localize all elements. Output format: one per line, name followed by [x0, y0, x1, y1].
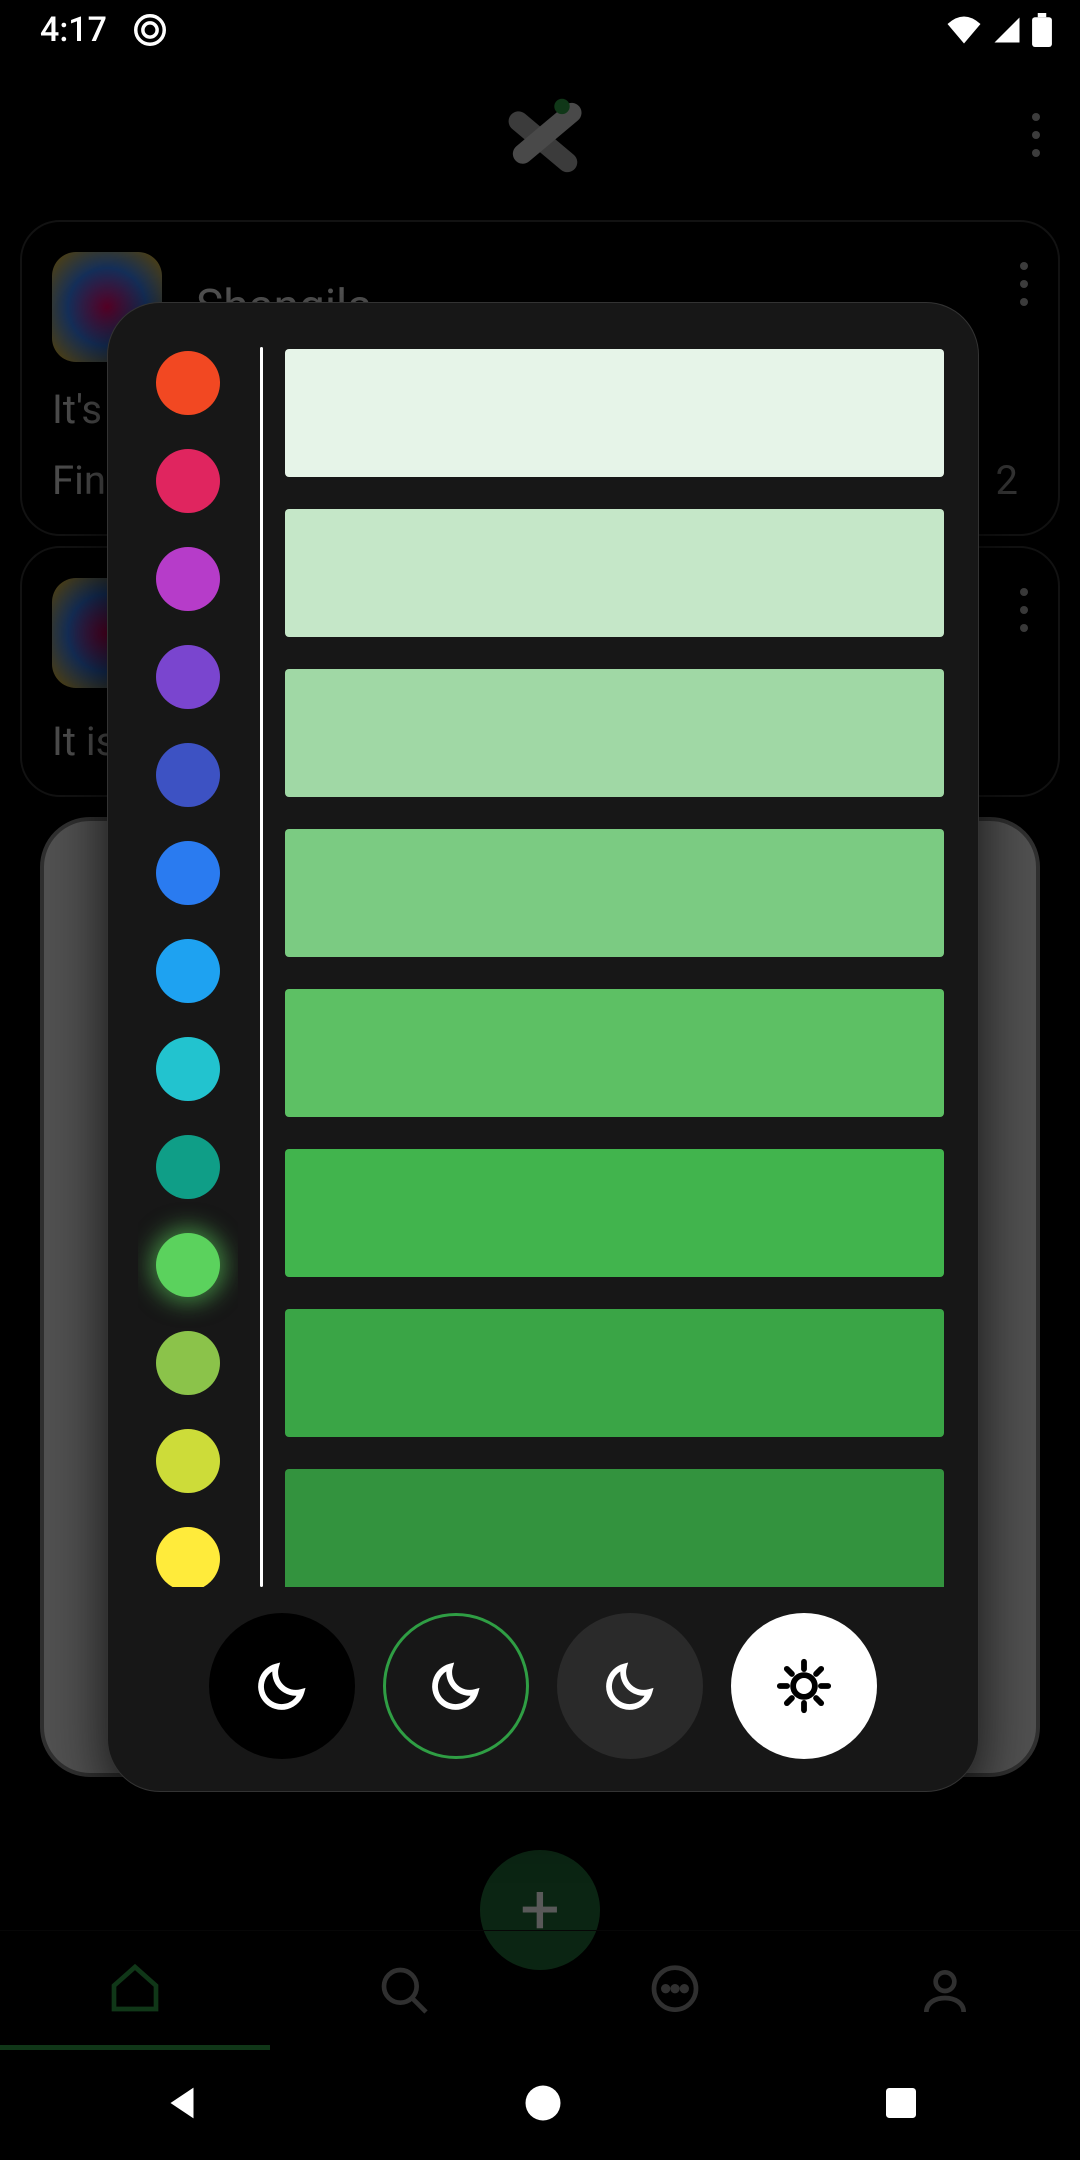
shade-swatch-7[interactable]: [285, 1469, 944, 1587]
shade-swatch-4[interactable]: [285, 989, 944, 1117]
signal-icon: [992, 15, 1022, 45]
hue-swatch-lime[interactable]: [156, 1331, 220, 1395]
clock: 4:17: [40, 10, 107, 50]
hue-swatch-indigo[interactable]: [156, 743, 220, 807]
nav-chat[interactable]: [540, 1931, 810, 2050]
nav-back[interactable]: [159, 2080, 205, 2130]
theme-mode-dark-theme[interactable]: [383, 1613, 529, 1759]
shade-swatch-6[interactable]: [285, 1309, 944, 1437]
hue-swatch-red[interactable]: [156, 351, 220, 415]
unread-badge: 2: [996, 457, 1018, 504]
nav-search[interactable]: [270, 1931, 540, 2050]
screensaver-icon: [131, 11, 169, 49]
hue-column[interactable]: [138, 347, 238, 1587]
hue-swatch-purple[interactable]: [156, 645, 220, 709]
hue-swatch-teal[interactable]: [156, 1135, 220, 1199]
android-nav-bar: [0, 2050, 1080, 2160]
app-logo: [485, 80, 595, 190]
theme-mode-black-theme[interactable]: [209, 1613, 355, 1759]
hue-swatch-blue[interactable]: [156, 841, 220, 905]
shade-swatch-1[interactable]: [285, 509, 944, 637]
hue-swatch-yellow[interactable]: [156, 1527, 220, 1587]
hue-swatch-pink[interactable]: [156, 449, 220, 513]
theme-mode-light-theme[interactable]: [731, 1613, 877, 1759]
hue-swatch-magenta[interactable]: [156, 547, 220, 611]
hue-swatch-cyan[interactable]: [156, 1037, 220, 1101]
nav-recent[interactable]: [881, 2083, 921, 2127]
nav-home[interactable]: [0, 1931, 270, 2050]
hue-swatch-sky[interactable]: [156, 939, 220, 1003]
more-icon[interactable]: [1032, 113, 1040, 157]
nav-home[interactable]: [522, 2082, 564, 2128]
shade-swatch-5[interactable]: [285, 1149, 944, 1277]
hue-swatch-green[interactable]: [156, 1233, 220, 1297]
theme-mode-row: [138, 1613, 948, 1759]
shade-swatch-2[interactable]: [285, 669, 944, 797]
shade-swatch-0[interactable]: [285, 349, 944, 477]
battery-icon: [1032, 13, 1052, 47]
app-header: [0, 60, 1080, 210]
card-more-icon[interactable]: [1020, 262, 1028, 306]
nav-profile[interactable]: [810, 1931, 1080, 2050]
wifi-icon: [946, 15, 982, 45]
hue-swatch-yellowgreen[interactable]: [156, 1429, 220, 1493]
shade-swatch-3[interactable]: [285, 829, 944, 957]
bottom-nav: [0, 1930, 1080, 2050]
theme-mode-grey-theme[interactable]: [557, 1613, 703, 1759]
status-bar: 4:17: [0, 0, 1080, 60]
card-more-icon[interactable]: [1020, 588, 1028, 632]
shade-column[interactable]: [285, 347, 948, 1587]
column-divider: [260, 347, 263, 1587]
color-picker-modal: [108, 303, 978, 1791]
